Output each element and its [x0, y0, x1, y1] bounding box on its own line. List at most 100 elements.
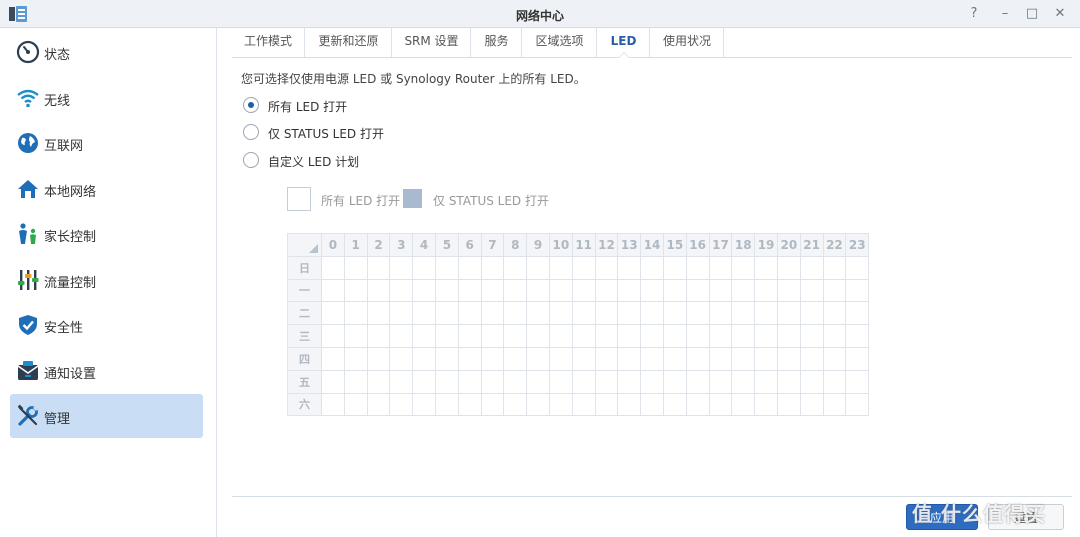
schedule-cell[interactable]: [503, 301, 528, 326]
schedule-cell[interactable]: [662, 346, 687, 371]
schedule-cell[interactable]: [457, 369, 482, 394]
schedule-cell[interactable]: [548, 369, 573, 394]
schedule-cell[interactable]: [754, 255, 778, 280]
schedule-cell[interactable]: [389, 392, 414, 417]
schedule-cell[interactable]: [662, 324, 687, 348]
schedule-cell[interactable]: [731, 369, 756, 394]
schedule-cell[interactable]: [321, 255, 345, 280]
schedule-hour-header[interactable]: 22: [822, 233, 847, 257]
schedule-cell[interactable]: [389, 369, 414, 394]
schedule-cell[interactable]: [321, 301, 345, 326]
schedule-cell[interactable]: [799, 392, 824, 417]
sidebar-item-internet[interactable]: 互联网: [10, 121, 203, 165]
schedule-cell[interactable]: [571, 301, 596, 326]
schedule-cell[interactable]: [685, 278, 710, 303]
sidebar-item-local-network[interactable]: 本地网络: [10, 167, 203, 211]
schedule-cell[interactable]: [594, 324, 619, 348]
schedule-cell[interactable]: [731, 392, 756, 417]
radio-button[interactable]: [243, 152, 259, 168]
schedule-cell[interactable]: [412, 301, 436, 326]
schedule-cell[interactable]: [845, 392, 870, 417]
schedule-cell[interactable]: [685, 392, 710, 417]
schedule-cell[interactable]: [343, 346, 368, 371]
schedule-cell[interactable]: [503, 392, 528, 417]
schedule-cell[interactable]: [548, 346, 573, 371]
schedule-cell[interactable]: [822, 392, 847, 417]
schedule-hour-header[interactable]: 21: [799, 233, 824, 257]
schedule-cell[interactable]: [845, 301, 870, 326]
schedule-cell[interactable]: [617, 392, 642, 417]
schedule-cell[interactable]: [754, 346, 778, 371]
schedule-cell[interactable]: [571, 346, 596, 371]
tab-regional-options[interactable]: 区域选项: [523, 28, 597, 57]
schedule-cell[interactable]: [776, 278, 801, 303]
schedule-cell[interactable]: [434, 301, 459, 326]
legend-swatch-all-led[interactable]: [287, 187, 311, 211]
schedule-cell[interactable]: [822, 324, 847, 348]
schedule-cell[interactable]: [412, 324, 436, 348]
schedule-cell[interactable]: [754, 301, 778, 326]
schedule-cell[interactable]: [822, 369, 847, 394]
schedule-day-header[interactable]: 日: [287, 255, 322, 280]
schedule-cell[interactable]: [343, 369, 368, 394]
schedule-cell[interactable]: [731, 346, 756, 371]
schedule-cell[interactable]: [617, 369, 642, 394]
schedule-cell[interactable]: [617, 301, 642, 326]
schedule-cell[interactable]: [389, 301, 414, 326]
schedule-cell[interactable]: [548, 301, 573, 326]
schedule-cell[interactable]: [366, 278, 391, 303]
schedule-hour-header[interactable]: 23: [845, 233, 870, 257]
schedule-day-header[interactable]: 一: [287, 278, 322, 303]
schedule-cell[interactable]: [457, 278, 482, 303]
schedule-cell[interactable]: [731, 301, 756, 326]
schedule-cell[interactable]: [731, 324, 756, 348]
schedule-cell[interactable]: [594, 346, 619, 371]
schedule-cell[interactable]: [799, 301, 824, 326]
schedule-cell[interactable]: [662, 392, 687, 417]
schedule-cell[interactable]: [822, 346, 847, 371]
schedule-cell[interactable]: [321, 369, 345, 394]
schedule-cell[interactable]: [731, 278, 756, 303]
schedule-cell[interactable]: [640, 278, 664, 303]
schedule-cell[interactable]: [548, 392, 573, 417]
schedule-hour-header[interactable]: 16: [685, 233, 710, 257]
schedule-hour-header[interactable]: 12: [594, 233, 619, 257]
schedule-cell[interactable]: [708, 324, 733, 348]
schedule-cell[interactable]: [776, 392, 801, 417]
schedule-cell[interactable]: [617, 346, 642, 371]
schedule-hour-header[interactable]: 20: [776, 233, 801, 257]
schedule-cell[interactable]: [343, 255, 368, 280]
schedule-cell[interactable]: [480, 392, 505, 417]
schedule-cell[interactable]: [640, 369, 664, 394]
schedule-hour-header[interactable]: 9: [526, 233, 550, 257]
schedule-hour-header[interactable]: 8: [503, 233, 528, 257]
schedule-hour-header[interactable]: 11: [571, 233, 596, 257]
radio-button[interactable]: [243, 124, 259, 140]
schedule-cell[interactable]: [366, 392, 391, 417]
schedule-day-header[interactable]: 三: [287, 324, 322, 348]
schedule-cell[interactable]: [457, 255, 482, 280]
maximize-button[interactable]: □: [1024, 6, 1040, 22]
schedule-cell[interactable]: [571, 369, 596, 394]
schedule-hour-header[interactable]: 5: [434, 233, 459, 257]
schedule-hour-header[interactable]: 13: [617, 233, 642, 257]
schedule-cell[interactable]: [412, 392, 436, 417]
schedule-hour-header[interactable]: 15: [662, 233, 687, 257]
schedule-hour-header[interactable]: 3: [389, 233, 414, 257]
schedule-cell[interactable]: [708, 278, 733, 303]
schedule-hour-header[interactable]: 2: [366, 233, 391, 257]
schedule-cell[interactable]: [343, 301, 368, 326]
schedule-cell[interactable]: [845, 346, 870, 371]
schedule-cell[interactable]: [594, 369, 619, 394]
schedule-cell[interactable]: [412, 278, 436, 303]
schedule-cell[interactable]: [594, 301, 619, 326]
schedule-cell[interactable]: [503, 346, 528, 371]
schedule-cell[interactable]: [799, 278, 824, 303]
schedule-cell[interactable]: [389, 255, 414, 280]
schedule-cell[interactable]: [640, 324, 664, 348]
schedule-cell[interactable]: [526, 324, 550, 348]
schedule-cell[interactable]: [594, 392, 619, 417]
schedule-cell[interactable]: [822, 255, 847, 280]
sidebar-item-security[interactable]: 安全性: [10, 303, 203, 347]
schedule-hour-header[interactable]: 18: [731, 233, 756, 257]
